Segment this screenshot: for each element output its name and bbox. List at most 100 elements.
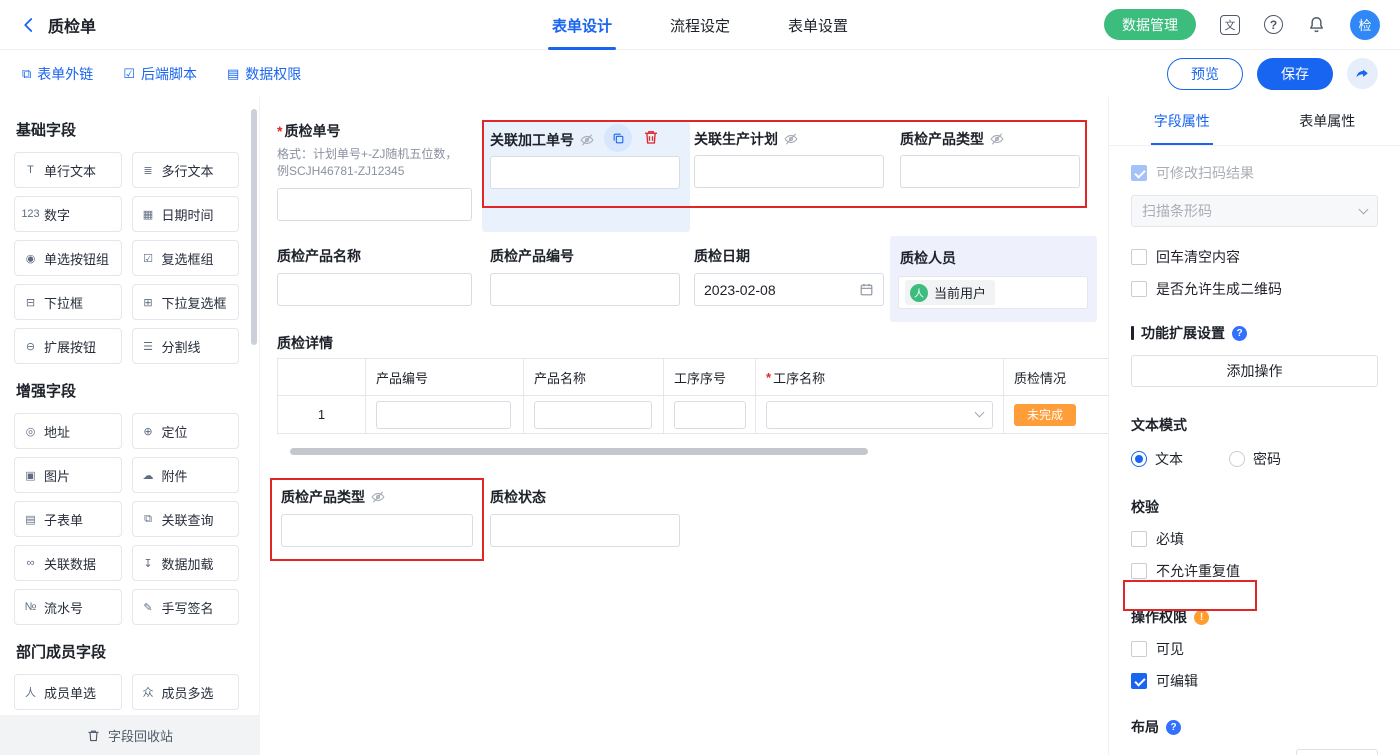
eye-hidden-icon — [580, 133, 594, 147]
field-product-name[interactable]: 质检产品名称 — [277, 247, 472, 306]
qc-date-input[interactable]: 2023-02-08 — [694, 273, 884, 306]
cell-product-name-input[interactable] — [534, 401, 652, 429]
chevron-down-icon — [1359, 204, 1369, 214]
palette-item-signature[interactable]: ✎手写签名 — [132, 589, 240, 625]
tab-form-settings[interactable]: 表单设置 — [788, 0, 848, 50]
eye-hidden-icon — [990, 132, 1004, 146]
palette-item-multi-line-text[interactable]: ≣多行文本 — [132, 152, 240, 188]
scan-type-select[interactable]: 扫描条形码 — [1131, 195, 1378, 227]
palette-item-attachment[interactable]: ☁附件 — [132, 457, 240, 493]
subform-title: 质检详情 — [277, 334, 333, 352]
palette-item-location[interactable]: ⊕定位 — [132, 413, 240, 449]
palette-item-number[interactable]: 123数字 — [14, 196, 122, 232]
table-horizontal-scrollbar[interactable] — [290, 448, 868, 455]
linked-plan-input[interactable] — [694, 155, 884, 188]
language-icon[interactable]: 文 — [1220, 15, 1240, 35]
checkbox-scan-result[interactable] — [1131, 165, 1147, 181]
palette-item-serial-number[interactable]: №流水号 — [14, 589, 122, 625]
palette-item-extend-button[interactable]: ⊖扩展按钮 — [14, 328, 122, 364]
field-qc-number[interactable]: *质检单号 格式：计划单号+-ZJ随机五位数， 例SCJH46781-ZJ123… — [277, 122, 472, 246]
field-product-no[interactable]: 质检产品编号 — [490, 247, 680, 306]
preview-button[interactable]: 预览 — [1167, 58, 1243, 90]
field-linked-plan[interactable]: 关联生产计划 — [694, 130, 884, 188]
field-linked-work-order[interactable]: 关联加工单号 — [482, 122, 690, 232]
palette-item-single-line-text[interactable]: T单行文本 — [14, 152, 122, 188]
calendar-icon[interactable] — [859, 282, 874, 297]
calendar-icon: ▦ — [138, 208, 159, 221]
palette-item-checkbox-group[interactable]: ☑复选框组 — [132, 240, 240, 276]
cell-process-order-input[interactable] — [674, 401, 746, 429]
palette-item-data-load[interactable]: ↧数据加载 — [132, 545, 240, 581]
palette-item-image[interactable]: ▣图片 — [14, 457, 122, 493]
checkbox-required[interactable] — [1131, 531, 1147, 547]
help-icon[interactable]: ? — [1166, 720, 1181, 735]
section-bar — [1131, 326, 1134, 340]
tab-label: 流程设定 — [670, 15, 730, 36]
field-qc-status[interactable]: 质检状态 — [490, 488, 680, 547]
copy-field-button[interactable] — [604, 124, 632, 152]
add-action-button[interactable]: 添加操作 — [1131, 355, 1378, 387]
radio-text-mode[interactable]: 文本 — [1131, 449, 1183, 469]
palette-item-subform[interactable]: ▤子表单 — [14, 501, 122, 537]
tab-field-properties[interactable]: 字段属性 — [1109, 97, 1255, 145]
data-permission-link[interactable]: ▤ 数据权限 — [227, 64, 301, 84]
field-qc-date[interactable]: 质检日期 2023-02-08 — [694, 247, 884, 306]
qc-number-input[interactable] — [277, 188, 472, 221]
radio-password-mode[interactable]: 密码 — [1229, 449, 1281, 469]
palette-scrollbar[interactable] — [251, 109, 257, 345]
product-name-input[interactable] — [277, 273, 472, 306]
tab-form-properties[interactable]: 表单属性 — [1255, 97, 1400, 145]
palette-item-radio-group[interactable]: ◉单选按钮组 — [14, 240, 122, 276]
product-type-top-input[interactable] — [900, 155, 1080, 188]
help-icon[interactable]: ? — [1264, 15, 1283, 34]
help-icon[interactable]: ? — [1232, 326, 1247, 341]
palette-item-member-single[interactable]: 人成员单选 — [14, 674, 122, 710]
palette-item-linked-query[interactable]: ⧉关联查询 — [132, 501, 240, 537]
palette-item-datetime[interactable]: ▦日期时间 — [132, 196, 240, 232]
tab-form-design[interactable]: 表单设计 — [552, 0, 612, 50]
field-recycle-bin[interactable]: 字段回收站 — [0, 715, 259, 755]
field-qc-person[interactable]: 质检人员 人 当前用户 — [890, 236, 1097, 322]
data-manage-button[interactable]: 数据管理 — [1104, 9, 1196, 40]
form-external-link[interactable]: ⧉ 表单外链 — [22, 64, 93, 84]
checkbox-editable[interactable] — [1131, 673, 1147, 689]
process-name-select[interactable] — [766, 401, 993, 429]
radio-label: 文本 — [1155, 449, 1183, 469]
product-type-bottom-input[interactable] — [281, 514, 473, 547]
checkbox-clear-on-enter[interactable] — [1131, 249, 1147, 265]
share-button[interactable] — [1347, 58, 1378, 89]
palette-item-divider[interactable]: ☰分割线 — [132, 328, 240, 364]
palette-item-linked-data[interactable]: ∞关联数据 — [14, 545, 122, 581]
row-index-cell: 1 — [278, 396, 366, 433]
toolbar-right: 预览 保存 — [1167, 58, 1378, 90]
linked-work-order-input[interactable] — [490, 156, 680, 189]
checkbox-allow-qrcode[interactable] — [1131, 281, 1147, 297]
cell-product-no-input[interactable] — [376, 401, 511, 429]
palette-item-label: 下拉框 — [44, 293, 83, 312]
notification-bell-icon[interactable] — [1307, 15, 1326, 34]
qc-person-input[interactable]: 人 当前用户 — [898, 276, 1088, 309]
field-label: 关联加工单号 — [490, 131, 594, 149]
delete-field-button[interactable] — [642, 128, 660, 146]
user-avatar[interactable]: 检 — [1350, 10, 1380, 40]
palette-item-multi-dropdown[interactable]: ⊞下拉复选框 — [132, 284, 240, 320]
checkbox-no-duplicate[interactable] — [1131, 563, 1147, 579]
back-button[interactable] — [20, 16, 38, 34]
palette-item-member-multi[interactable]: 众成员多选 — [132, 674, 240, 710]
field-width-select[interactable]: 1/4 — [1296, 749, 1378, 755]
tab-flow-settings[interactable]: 流程设定 — [670, 0, 730, 50]
backend-script-link[interactable]: ☑ 后端脚本 — [123, 64, 197, 84]
product-no-input[interactable] — [490, 273, 680, 306]
palette-item-dropdown[interactable]: ⊟下拉框 — [14, 284, 122, 320]
qc-status-input[interactable] — [490, 514, 680, 547]
user-icon: 人 — [910, 284, 928, 302]
checkbox-visible[interactable] — [1131, 641, 1147, 657]
palette-item-label: 成员单选 — [44, 683, 96, 702]
dropdown-icon: ⊟ — [20, 296, 41, 309]
field-product-type-bottom[interactable]: 质检产品类型 — [281, 488, 473, 547]
field-product-type-top[interactable]: 质检产品类型 — [900, 130, 1080, 188]
recycle-bin-icon — [86, 728, 101, 743]
top-bar: 质检单 表单设计 流程设定 表单设置 数据管理 文 ? 检 — [0, 0, 1400, 50]
palette-item-address[interactable]: ◎地址 — [14, 413, 122, 449]
save-button[interactable]: 保存 — [1257, 58, 1333, 90]
